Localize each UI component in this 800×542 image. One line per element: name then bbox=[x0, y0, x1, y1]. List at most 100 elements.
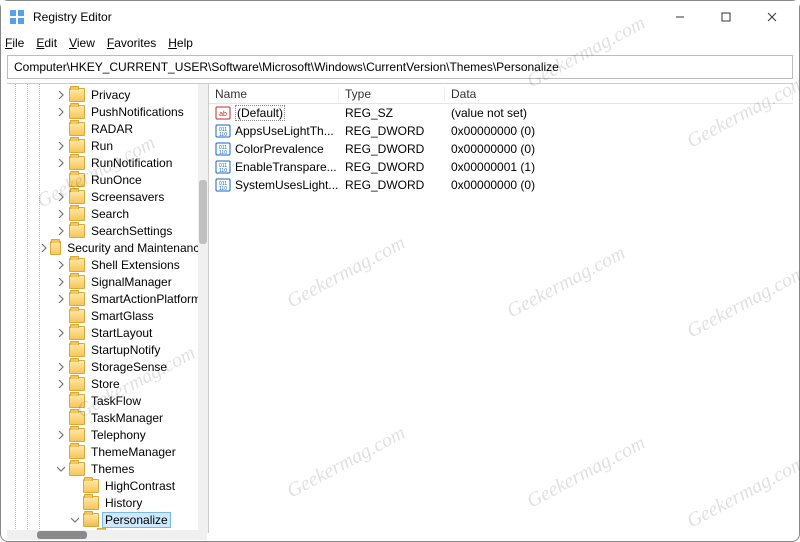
tree-item-label: Screensavers bbox=[89, 190, 166, 204]
tree-item[interactable]: PushNotifications bbox=[7, 103, 208, 120]
folder-icon bbox=[69, 411, 85, 425]
value-data: 0x00000000 (0) bbox=[445, 142, 793, 156]
value-row[interactable]: 011110SystemUsesLight...REG_DWORD0x00000… bbox=[209, 176, 793, 194]
menu-favorites[interactable]: Favorites bbox=[107, 36, 156, 50]
value-row[interactable]: 011110EnableTranspare...REG_DWORD0x00000… bbox=[209, 158, 793, 176]
chevron-down-icon[interactable] bbox=[55, 463, 67, 475]
value-row[interactable]: 011110AppsUseLightTh...REG_DWORD0x000000… bbox=[209, 122, 793, 140]
tree-item[interactable]: Personalize bbox=[7, 511, 208, 528]
value-type: REG_DWORD bbox=[339, 178, 445, 192]
chevron-right-icon[interactable] bbox=[55, 157, 67, 169]
minimize-button[interactable] bbox=[657, 1, 703, 33]
menu-view[interactable]: View bbox=[69, 36, 95, 50]
menu-file[interactable]: File bbox=[5, 36, 24, 50]
folder-icon bbox=[69, 122, 85, 136]
tree-item[interactable]: TaskManager bbox=[7, 409, 208, 426]
chevron-none bbox=[55, 412, 67, 424]
values-list[interactable]: Name Type Data ab(Default)REG_SZ(value n… bbox=[209, 84, 793, 194]
tree-item[interactable]: StartupNotify bbox=[7, 341, 208, 358]
registry-tree[interactable]: Privacy PushNotificationsRADARRun RunNotif… bbox=[7, 84, 208, 533]
tree-item[interactable]: TaskFlow bbox=[7, 392, 208, 409]
tree-item[interactable]: StorageSense bbox=[7, 358, 208, 375]
tree-item-label: Telephony bbox=[89, 428, 148, 442]
tree-item[interactable]: SmartActionPlatform bbox=[7, 290, 208, 307]
folder-icon bbox=[50, 241, 62, 255]
tree-item[interactable]: RADAR bbox=[7, 120, 208, 137]
tree-item-label: RunNotification bbox=[89, 156, 174, 170]
chevron-right-icon[interactable] bbox=[55, 361, 67, 373]
main-split: Privacy PushNotificationsRADARRun RunNotif… bbox=[7, 83, 793, 533]
chevron-right-icon[interactable] bbox=[55, 208, 67, 220]
value-row[interactable]: ab(Default)REG_SZ(value not set) bbox=[209, 104, 793, 122]
tree-item[interactable]: Run bbox=[7, 137, 208, 154]
folder-icon bbox=[69, 462, 85, 476]
chevron-right-icon[interactable] bbox=[55, 225, 67, 237]
column-data[interactable]: Data bbox=[445, 87, 793, 101]
window-title: Registry Editor bbox=[33, 10, 112, 24]
chevron-right-icon[interactable] bbox=[55, 327, 67, 339]
tree-item[interactable]: SearchSettings bbox=[7, 222, 208, 239]
svg-text:110: 110 bbox=[219, 132, 227, 138]
value-name: (Default) bbox=[235, 105, 285, 121]
tree-item-label: Shell Extensions bbox=[89, 258, 182, 272]
tree-item[interactable]: Security and Maintenance bbox=[7, 239, 208, 256]
value-row[interactable]: 011110ColorPrevalenceREG_DWORD0x00000000… bbox=[209, 140, 793, 158]
list-header[interactable]: Name Type Data bbox=[209, 84, 793, 104]
tree-item[interactable]: Themes bbox=[7, 460, 208, 477]
dword-value-icon: 011110 bbox=[215, 159, 231, 175]
chevron-right-icon[interactable] bbox=[55, 191, 67, 203]
folder-icon bbox=[83, 479, 99, 493]
tree-item-label: TaskFlow bbox=[89, 394, 143, 408]
tree-item[interactable]: ThemeManager bbox=[7, 443, 208, 460]
tree-item[interactable]: RunNotification bbox=[7, 154, 208, 171]
value-type: REG_DWORD bbox=[339, 124, 445, 138]
chevron-right-icon[interactable] bbox=[55, 378, 67, 390]
tree-item-label: TaskManager bbox=[89, 411, 165, 425]
folder-icon bbox=[69, 105, 85, 119]
tree-item[interactable]: Shell Extensions bbox=[7, 256, 208, 273]
dword-value-icon: 011110 bbox=[215, 177, 231, 193]
address-bar[interactable]: Computer\HKEY_CURRENT_USER\Software\Micr… bbox=[7, 55, 793, 79]
tree-item[interactable]: HighContrast bbox=[7, 477, 208, 494]
tree-item[interactable]: SignalManager bbox=[7, 273, 208, 290]
maximize-button[interactable] bbox=[703, 1, 749, 33]
tree-scrollbar-thumb[interactable] bbox=[199, 180, 207, 244]
value-type: REG_DWORD bbox=[339, 160, 445, 174]
tree-item[interactable]: Search bbox=[7, 205, 208, 222]
tree-item[interactable]: StartLayout bbox=[7, 324, 208, 341]
chevron-right-icon[interactable] bbox=[55, 140, 67, 152]
chevron-right-icon[interactable] bbox=[55, 106, 67, 118]
chevron-right-icon[interactable] bbox=[55, 429, 67, 441]
folder-icon bbox=[69, 292, 85, 306]
menu-edit[interactable]: Edit bbox=[36, 36, 57, 50]
folder-icon bbox=[69, 343, 85, 357]
chevron-down-icon[interactable] bbox=[69, 514, 81, 526]
chevron-right-icon[interactable] bbox=[40, 242, 48, 254]
close-button[interactable] bbox=[749, 1, 795, 33]
column-name[interactable]: Name bbox=[209, 87, 339, 101]
folder-icon bbox=[69, 88, 85, 102]
folder-icon bbox=[69, 445, 85, 459]
value-data: (value not set) bbox=[445, 106, 793, 120]
dword-value-icon: 011110 bbox=[215, 123, 231, 139]
tree-hscroll[interactable] bbox=[7, 530, 207, 540]
chevron-right-icon[interactable] bbox=[55, 293, 67, 305]
tree-item[interactable]: RunOnce bbox=[7, 171, 208, 188]
tree-hscroll-thumb[interactable] bbox=[37, 531, 87, 539]
tree-item-label: PushNotifications bbox=[89, 105, 186, 119]
tree-item-label: StartupNotify bbox=[89, 343, 162, 357]
tree-item-label: SignalManager bbox=[89, 275, 174, 289]
tree-item[interactable]: Telephony bbox=[7, 426, 208, 443]
tree-item[interactable]: Privacy bbox=[7, 86, 208, 103]
tree-item[interactable]: Screensavers bbox=[7, 188, 208, 205]
tree-item[interactable]: History bbox=[7, 494, 208, 511]
chevron-right-icon[interactable] bbox=[55, 276, 67, 288]
column-type[interactable]: Type bbox=[339, 87, 445, 101]
folder-icon bbox=[69, 275, 85, 289]
tree-item[interactable]: SmartGlass bbox=[7, 307, 208, 324]
chevron-right-icon[interactable] bbox=[55, 89, 67, 101]
menu-help[interactable]: Help bbox=[168, 36, 193, 50]
tree-scrollbar[interactable] bbox=[198, 84, 208, 533]
tree-item[interactable]: Store bbox=[7, 375, 208, 392]
chevron-right-icon[interactable] bbox=[55, 259, 67, 271]
